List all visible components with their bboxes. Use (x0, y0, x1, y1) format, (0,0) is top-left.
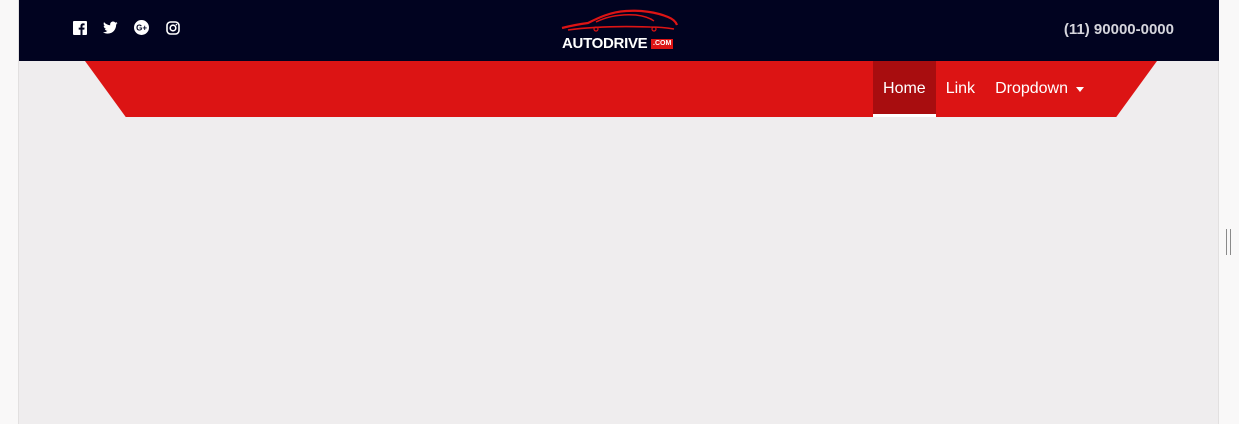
facebook-icon[interactable] (72, 20, 87, 35)
nav-item-label: Link (945, 80, 976, 97)
svg-text:G+: G+ (136, 23, 147, 32)
caret-down-icon (1076, 86, 1084, 92)
twitter-icon[interactable] (103, 20, 118, 35)
logo-suffix-badge: .COM (651, 39, 674, 49)
nav-item-link[interactable]: Link (936, 61, 985, 117)
nav-item-dropdown[interactable]: Dropdown (985, 61, 1094, 117)
instagram-icon[interactable] (165, 20, 180, 35)
nav-item-label: Dropdown (995, 80, 1068, 97)
social-links: G+ (72, 20, 180, 35)
resize-handle[interactable] (1226, 229, 1231, 255)
top-bar: G+ AUTODRIVE .COM (11) 90000-0000 (19, 0, 1219, 61)
page-frame: G+ AUTODRIVE .COM (11) 90000-0000 Home L… (18, 0, 1219, 424)
nav-item-home[interactable]: Home (873, 61, 936, 117)
nav-item-label: Home (883, 80, 926, 97)
autodrive-logo[interactable]: AUTODRIVE .COM (560, 9, 680, 53)
google-plus-icon[interactable]: G+ (134, 20, 149, 35)
car-logo-icon (561, 9, 679, 32)
main-nav: Home Link Dropdown (873, 61, 1094, 117)
logo-brand-text: AUTODRIVE (562, 35, 648, 52)
phone-number: (11) 90000-0000 (1063, 21, 1174, 38)
